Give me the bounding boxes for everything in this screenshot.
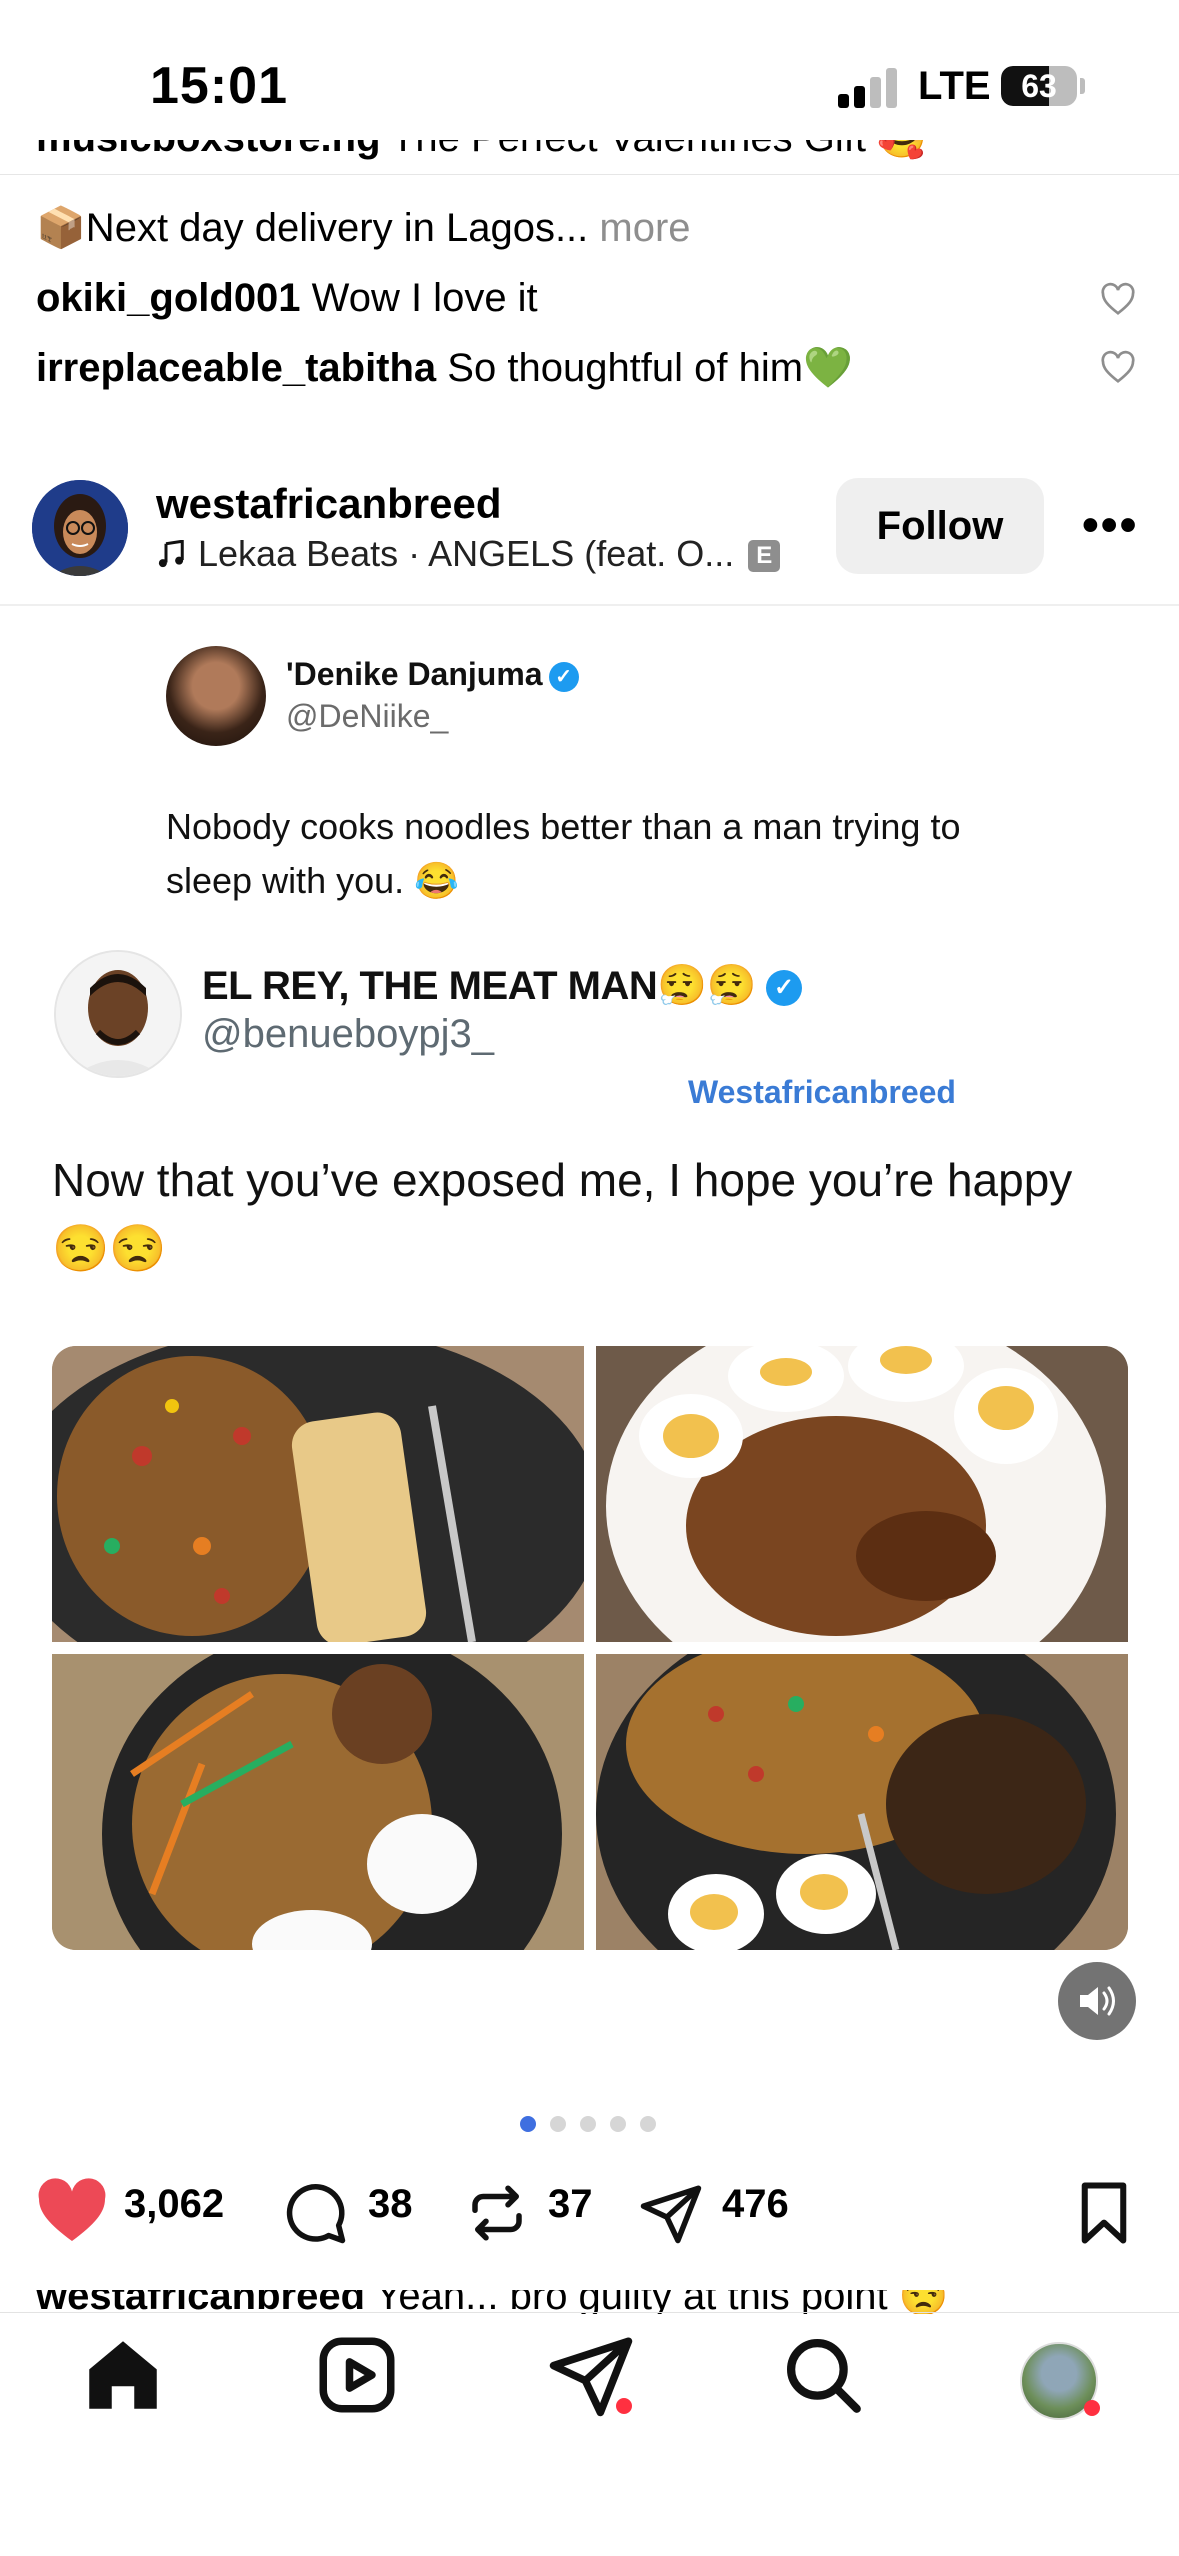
- comment-like-icon[interactable]: [1100, 350, 1136, 384]
- comment-icon[interactable]: [282, 2180, 348, 2246]
- previous-caption-line: 📦Next day delivery in Lagos... more: [36, 204, 691, 251]
- network-type: LTE: [918, 64, 991, 108]
- reels-icon[interactable]: [312, 2330, 402, 2420]
- comment-text: So thoughtful of him💚: [436, 346, 853, 390]
- battery-icon: 63: [1001, 66, 1077, 106]
- comment-username[interactable]: okiki_gold001: [36, 276, 301, 320]
- carousel-dot: [520, 2116, 536, 2132]
- carousel-dot: [580, 2116, 596, 2132]
- divider: [0, 2312, 1179, 2313]
- tweet-author-handle: @benueboypj3_: [202, 1012, 494, 1056]
- post-author-username[interactable]: westafricanbreed: [156, 480, 501, 528]
- comment-count[interactable]: 38: [368, 2182, 413, 2227]
- comment-text: Wow I love it: [300, 276, 538, 320]
- repost-count[interactable]: 37: [548, 2182, 593, 2227]
- food-photo: [52, 1346, 584, 1642]
- explicit-badge: E: [748, 540, 781, 573]
- food-photo: [52, 1654, 584, 1950]
- carousel-dot: [640, 2116, 656, 2132]
- tweet-text: Now that you’ve exposed me, I hope you’r…: [52, 1154, 1073, 1274]
- share-icon[interactable]: [636, 2180, 706, 2246]
- like-count[interactable]: 3,062: [124, 2182, 224, 2227]
- verified-badge-icon: ✓: [765, 970, 802, 1007]
- post-author-avatar[interactable]: [32, 480, 128, 576]
- post-caption-clipped[interactable]: westafricanbreed Yeah... bro guilty at t…: [36, 2290, 1136, 2314]
- music-info[interactable]: Lekaa Beats · ANGELS (feat. O... E: [156, 533, 781, 575]
- mute-toggle-button[interactable]: [1058, 1962, 1136, 2040]
- tweet-text: Nobody cooks noodles better than a man t…: [166, 806, 961, 901]
- verified-badge-icon: ✓: [548, 661, 579, 692]
- food-photo: [596, 1346, 1128, 1642]
- previous-caption-clipped[interactable]: musicboxstore.ng The Perfect Valentines …: [36, 140, 1136, 180]
- battery-percentage: 63: [1021, 68, 1057, 104]
- comment-like-icon[interactable]: [1100, 282, 1136, 316]
- caption-text: The Perfect Valentines Gift 🥰: [381, 140, 927, 160]
- watermark-label: Westafricanbreed: [688, 1074, 956, 1110]
- speaker-icon: [1080, 1986, 1115, 2016]
- caption-text: 📦Next day delivery in Lagos...: [36, 206, 589, 250]
- comment-row: okiki_gold001 Wow I love it: [36, 276, 538, 321]
- tweet-author-name: EL REY, THE MEAT MAN😮‍💨😮‍💨 ✓: [202, 962, 802, 1009]
- comment-row: irreplaceable_tabitha So thoughtful of h…: [36, 344, 853, 391]
- search-icon[interactable]: [778, 2330, 868, 2420]
- more-link[interactable]: more: [599, 206, 690, 250]
- music-note-icon: [158, 539, 184, 568]
- divider: [0, 604, 1179, 606]
- share-count[interactable]: 476: [722, 2182, 789, 2227]
- home-icon[interactable]: [78, 2330, 168, 2420]
- repost-icon[interactable]: [464, 2180, 530, 2246]
- like-icon[interactable]: [34, 2178, 110, 2244]
- notification-dot: [616, 2398, 632, 2414]
- carousel-dot: [550, 2116, 566, 2132]
- carousel-dot: [610, 2116, 626, 2132]
- follow-button[interactable]: Follow: [836, 478, 1044, 574]
- bookmark-icon[interactable]: [1076, 2180, 1132, 2246]
- tweet-author-avatar: [166, 646, 266, 746]
- tweet-author-name: 'Denike Danjuma ✓: [286, 656, 579, 693]
- notification-dot: [1084, 2400, 1100, 2416]
- food-photo-grid[interactable]: [52, 1346, 1128, 1950]
- status-time: 15:01: [150, 57, 288, 115]
- signal-strength-icon: [838, 66, 898, 108]
- tweet-author-handle: @DeNiike_: [286, 698, 449, 734]
- tweet-author-avatar: [54, 950, 182, 1078]
- caption-username[interactable]: musicboxstore.ng: [36, 140, 381, 160]
- more-options-button[interactable]: •••: [1082, 498, 1138, 553]
- battery-nub: [1080, 78, 1085, 94]
- food-photo: [596, 1654, 1128, 1950]
- caption-username[interactable]: westafricanbreed: [36, 2290, 365, 2314]
- music-track[interactable]: Lekaa Beats · ANGELS (feat. O...: [198, 533, 734, 574]
- comment-username[interactable]: irreplaceable_tabitha: [36, 346, 436, 390]
- caption-text: Yeah... bro guilty at this point 😒: [365, 2290, 949, 2314]
